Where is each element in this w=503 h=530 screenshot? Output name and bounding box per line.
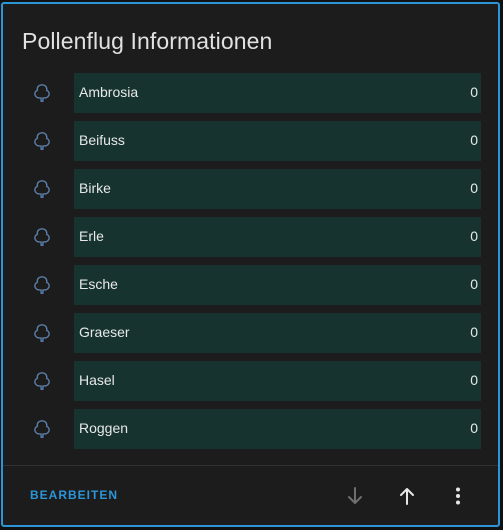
entity-row-beifuss[interactable]: Beifuss 0 bbox=[3, 121, 498, 161]
entity-row-roggen[interactable]: Roggen 0 bbox=[3, 409, 498, 449]
entity-bar: Birke 0 bbox=[74, 169, 481, 209]
tree-outline-icon bbox=[31, 82, 53, 104]
entity-row-hasel[interactable]: Hasel 0 bbox=[3, 361, 498, 401]
entity-name: Hasel bbox=[79, 372, 115, 388]
edit-button[interactable]: BEARBEITEN bbox=[22, 484, 126, 506]
entity-row-ambrosia[interactable]: Ambrosia 0 bbox=[3, 73, 498, 113]
entity-name: Ambrosia bbox=[79, 84, 139, 100]
entity-name: Roggen bbox=[79, 420, 129, 436]
entity-value: 0 bbox=[470, 180, 478, 196]
move-down-button[interactable] bbox=[342, 483, 368, 509]
entity-bar: Roggen 0 bbox=[74, 409, 481, 449]
entity-row-birke[interactable]: Birke 0 bbox=[3, 169, 498, 209]
entity-name: Birke bbox=[79, 180, 111, 196]
tree-outline-icon bbox=[31, 178, 53, 200]
entity-value: 0 bbox=[470, 324, 478, 340]
entity-bar: Erle 0 bbox=[74, 217, 481, 257]
entity-bar: Hasel 0 bbox=[74, 361, 481, 401]
entity-value: 0 bbox=[470, 276, 478, 292]
entity-name: Beifuss bbox=[79, 132, 125, 148]
entity-name: Esche bbox=[79, 276, 118, 292]
tree-outline-icon bbox=[31, 418, 53, 440]
entity-bar: Ambrosia 0 bbox=[74, 73, 481, 113]
card-divider bbox=[3, 465, 498, 466]
entity-value: 0 bbox=[470, 372, 478, 388]
entity-value: 0 bbox=[470, 132, 478, 148]
tree-outline-icon bbox=[31, 226, 53, 248]
entity-row-esche[interactable]: Esche 0 bbox=[3, 265, 498, 305]
move-up-button[interactable] bbox=[394, 483, 420, 509]
entity-value: 0 bbox=[470, 228, 478, 244]
card-title: Pollenflug Informationen bbox=[22, 28, 273, 54]
entity-value: 0 bbox=[470, 420, 478, 436]
dots-vertical-icon bbox=[446, 484, 470, 508]
tree-outline-icon bbox=[31, 274, 53, 296]
arrow-down-icon bbox=[343, 484, 367, 508]
entity-name: Graeser bbox=[79, 324, 130, 340]
entity-bar: Graeser 0 bbox=[74, 313, 481, 353]
more-options-button[interactable] bbox=[445, 483, 471, 509]
entity-row-erle[interactable]: Erle 0 bbox=[3, 217, 498, 257]
entity-value: 0 bbox=[470, 84, 478, 100]
entity-bar: Beifuss 0 bbox=[74, 121, 481, 161]
pollen-card: Pollenflug Informationen Ambrosia 0 Beif… bbox=[1, 2, 500, 527]
arrow-up-icon bbox=[395, 484, 419, 508]
tree-outline-icon bbox=[31, 130, 53, 152]
entity-name: Erle bbox=[79, 228, 104, 244]
entity-bar: Esche 0 bbox=[74, 265, 481, 305]
tree-outline-icon bbox=[31, 322, 53, 344]
tree-outline-icon bbox=[31, 370, 53, 392]
entity-row-graeser[interactable]: Graeser 0 bbox=[3, 313, 498, 353]
